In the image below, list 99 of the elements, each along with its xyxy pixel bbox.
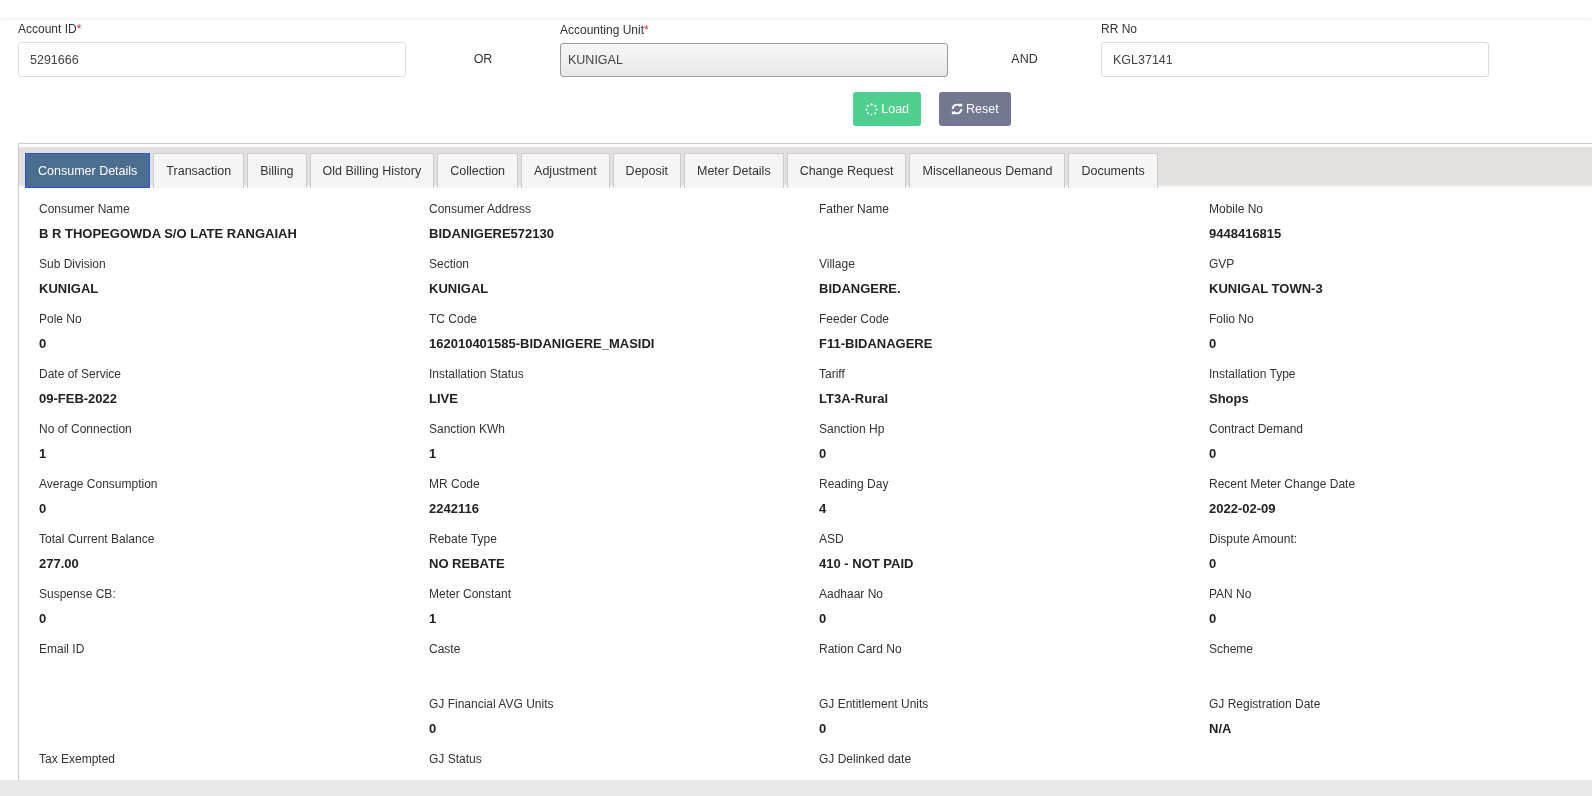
field-label: GVP — [1209, 257, 1235, 271]
field-label: GJ Registration Date — [1209, 697, 1321, 711]
field-value: 1 — [429, 611, 437, 626]
field-value: 0 — [819, 721, 827, 736]
field-value: LIVE — [429, 391, 458, 406]
field-label: GJ Delinked date — [819, 752, 912, 766]
field-value: BIDANGERE. — [819, 281, 901, 296]
field-label: RR No — [1101, 22, 1138, 36]
field-value: NO REBATE — [429, 556, 505, 571]
field-value: B R THOPEGOWDA S/O LATE RANGAIAH — [39, 226, 297, 241]
field-value: 0 — [1209, 556, 1217, 571]
tab[interactable]: Documents — [1068, 153, 1158, 188]
field-label: GJ Status — [429, 752, 482, 766]
field-label: Suspense CB: — [39, 587, 116, 601]
field-value: 0 — [1209, 611, 1217, 626]
field-label: GJ Entitlement Units — [819, 697, 929, 711]
input-field[interactable]: 5291666 — [18, 42, 406, 77]
field-label: Aadhaar No — [819, 587, 884, 601]
connector-text: OR — [473, 51, 493, 68]
field-value: F11-BIDANAGERE — [819, 336, 933, 351]
tab[interactable]: Billing — [247, 153, 307, 188]
field-label: Father Name — [819, 202, 890, 216]
field-label: Consumer Name — [39, 202, 130, 216]
input-field[interactable]: KGL37141 — [1101, 42, 1489, 77]
field-label: Caste — [429, 642, 461, 656]
tab[interactable]: Collection — [437, 153, 519, 188]
field-value: 162010401585-BIDANIGERE_MASIDI — [429, 336, 655, 351]
field-label: Tariff — [819, 367, 845, 381]
field-label: Ration Card No — [819, 642, 902, 656]
scrollbar[interactable] — [0, 780, 1592, 796]
field-label: Consumer Address — [429, 202, 532, 216]
field-label: Sub Division — [39, 257, 106, 271]
field-label: Installation Status — [429, 367, 524, 381]
field-value: 4 — [819, 501, 827, 516]
field-value: N/A — [1209, 721, 1232, 736]
field-label: Reading Day — [819, 477, 889, 491]
field-value: 0 — [1209, 336, 1217, 351]
field-value: KUNIGAL — [429, 281, 489, 296]
tab[interactable]: Meter Details — [684, 153, 784, 188]
field-value: 1 — [429, 446, 437, 461]
field-value: 277.00 — [39, 556, 79, 571]
tab[interactable]: Miscellaneous Demand — [909, 153, 1066, 188]
field-value: 09-FEB-2022 — [39, 391, 118, 406]
field-value: 0 — [1209, 446, 1217, 461]
connector-text: AND — [1011, 51, 1038, 68]
field-label: Meter Constant — [429, 587, 512, 601]
refresh-icon — [951, 103, 964, 115]
field-label: PAN No — [1209, 587, 1252, 601]
field-label: Scheme — [1209, 642, 1254, 656]
field-label: TC Code — [429, 312, 478, 326]
field-label: Average Consumption — [39, 477, 158, 491]
tab[interactable]: Transaction — [153, 153, 245, 188]
field-label: Feeder Code — [819, 312, 890, 326]
field-value: 2242116 — [429, 501, 479, 516]
field-label: Account ID* — [18, 22, 83, 36]
tab[interactable]: Change Request — [786, 153, 907, 188]
field-label: Pole No — [39, 312, 82, 326]
tab[interactable]: Deposit — [612, 153, 681, 188]
field-label: Installation Type — [1209, 367, 1296, 381]
field-label: Accounting Unit* — [560, 23, 650, 37]
field-value: 0 — [819, 446, 827, 461]
field-label: GJ Financial AVG Units — [429, 697, 554, 711]
field-value: Shops — [1209, 391, 1249, 406]
field-value: KUNIGAL TOWN-3 — [1209, 281, 1323, 296]
field-value: BIDANIGERE572130 — [429, 226, 554, 241]
field-label: Email ID — [39, 642, 85, 656]
field-value: LT3A-Rural — [819, 391, 889, 406]
field-label: No of Connection — [39, 422, 132, 436]
field-label: Village — [819, 257, 855, 271]
field-label: Date of Service — [39, 367, 122, 381]
field-label: Mobile No — [1209, 202, 1264, 216]
field-label: Total Current Balance — [39, 532, 155, 546]
select-field[interactable]: KUNIGAL — [560, 43, 948, 77]
tab[interactable]: Old Billing History — [309, 153, 435, 188]
field-label: MR Code — [429, 477, 480, 491]
field-value: 410 - NOT PAID — [819, 556, 914, 571]
field-label: Dispute Amount: — [1209, 532, 1298, 546]
tab[interactable]: Consumer Details — [25, 153, 151, 188]
field-label: Folio No — [1209, 312, 1254, 326]
field-value: 0 — [39, 336, 47, 351]
field-value: KUNIGAL — [39, 281, 99, 296]
field-label: Sanction Hp — [819, 422, 885, 436]
field-label: Recent Meter Change Date — [1209, 477, 1356, 491]
spinner-icon — [865, 102, 879, 116]
field-value: 0 — [429, 721, 437, 736]
reset-button[interactable]: Reset — [939, 92, 1011, 126]
field-value: 0 — [39, 611, 47, 626]
field-label: Sanction KWh — [429, 422, 506, 436]
field-label: Contract Demand — [1209, 422, 1304, 436]
field-label: Tax Exempted — [39, 752, 116, 766]
field-value: 0 — [39, 501, 47, 516]
tab[interactable]: Adjustment — [521, 153, 610, 188]
field-value: 0 — [819, 611, 827, 626]
field-label: Rebate Type — [429, 532, 497, 546]
field-label: Section — [429, 257, 470, 271]
field-value: 1 — [39, 446, 47, 461]
field-label: ASD — [819, 532, 844, 546]
field-value: 9448416815 — [1209, 226, 1282, 241]
field-value: 2022-02-09 — [1209, 501, 1276, 516]
